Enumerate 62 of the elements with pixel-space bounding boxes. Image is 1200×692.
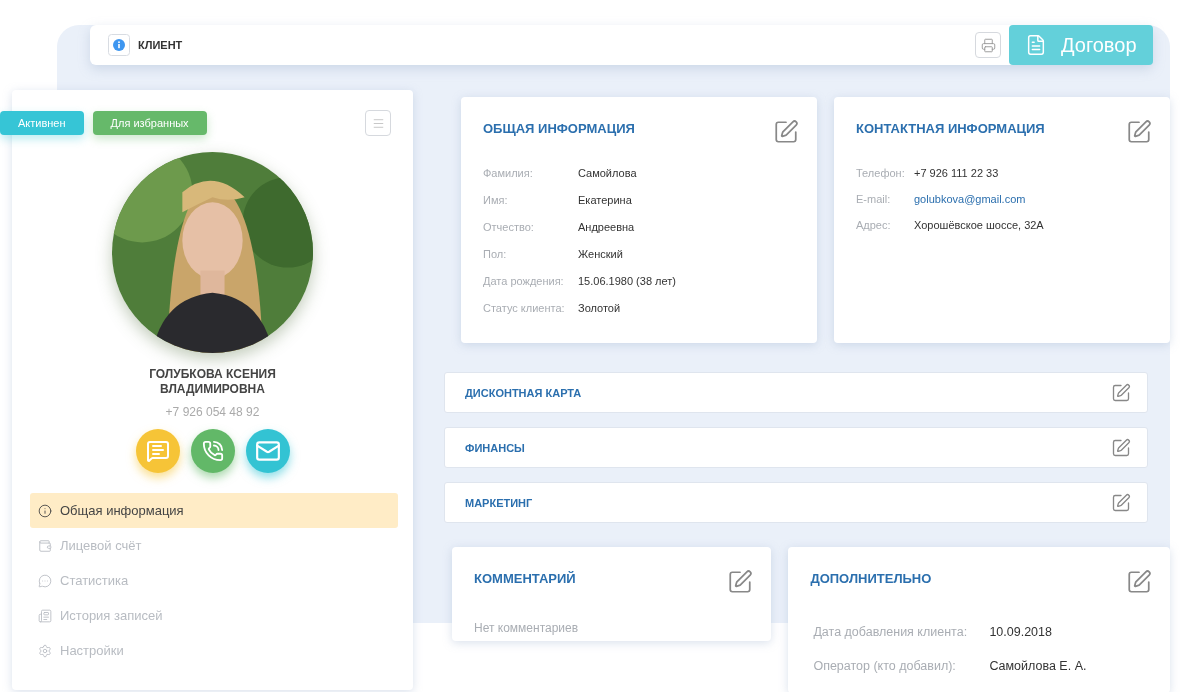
field-value: +7 926 111 22 33 (914, 167, 1000, 179)
field-label: Отчество: (483, 221, 535, 233)
field-value: Андреевна (578, 221, 636, 233)
field-label: Телефон: (856, 167, 906, 179)
field-label: Адрес: (856, 219, 892, 231)
field-value: 10.09.2018 (989, 625, 1053, 639)
client-name: ВЛАДИМИРОВНА (160, 382, 265, 397)
field-label: Дата добавления клиента: (813, 625, 969, 639)
section-title: МАРКЕТИНГ (465, 496, 533, 509)
menu-icon (371, 116, 385, 130)
status-tag: Активнен (0, 111, 84, 135)
edit-button[interactable] (1126, 569, 1152, 595)
info-icon (38, 503, 52, 518)
card-title: ДОПОЛНИТЕЛЬНО (810, 571, 932, 586)
field-label: Оператор (кто добавил): (813, 659, 957, 673)
section-row[interactable]: ДИСКОНТНАЯ КАРТА (444, 372, 1148, 413)
email-link[interactable]: golubkova@gmail.com (914, 193, 1152, 205)
section-title: ДИСКОНТНАЯ КАРТА (465, 386, 582, 399)
section-row[interactable]: МАРКЕТИНГ (444, 482, 1148, 523)
edit-button[interactable] (1126, 119, 1152, 145)
wallet-icon (38, 538, 52, 553)
document-icon (1025, 34, 1047, 56)
edit-button[interactable] (727, 569, 754, 595)
edit-button[interactable] (1111, 492, 1131, 513)
card-title: КОНТАКТНАЯ ИНФОРМАЦИЯ (856, 121, 1045, 136)
field-label: Статус клиента: (483, 302, 566, 314)
field-label: Имя: (483, 194, 509, 206)
field-label: E-mail: (856, 193, 892, 205)
phone-icon (201, 440, 224, 462)
field-value: Екатерина (578, 194, 633, 206)
nav-item[interactable]: Общая информация (30, 493, 398, 528)
section-title: КЛИЕНТ (138, 39, 183, 51)
field-value: Самойлова (578, 167, 638, 179)
client-name: ГОЛУБКОВА КСЕНИЯ (149, 367, 276, 382)
call-button[interactable] (190, 429, 235, 473)
section-row[interactable]: ФИНАНСЫ (444, 427, 1148, 468)
field-label: Дата рождения: (483, 275, 565, 287)
field-value: 15.06.1980 (38 лет) (578, 275, 677, 287)
field-label: Фамилия: (483, 167, 534, 179)
edit-button[interactable] (1111, 437, 1131, 458)
field-value: Хорошёвское шоссе, 32А (914, 219, 1045, 231)
settings-icon (38, 643, 52, 658)
field-value: Самойлова Е. А. (989, 659, 1088, 673)
message-icon (145, 439, 170, 463)
status-tag: Для избранных (92, 111, 207, 135)
card-title: КОММЕНТАРИЙ (474, 571, 576, 586)
client-phone: +7 926 054 48 92 (164, 405, 261, 419)
edit-button[interactable] (1111, 382, 1131, 403)
field-value: Золотой (578, 302, 622, 314)
mail-icon (254, 438, 281, 464)
comment-text: Нет комментариев (474, 621, 580, 635)
info-icon (108, 34, 130, 56)
field-value: Женский (578, 248, 624, 260)
section-title: ФИНАНСЫ (465, 441, 525, 454)
card-title: ОБЩАЯ ИНФОРМАЦИЯ (483, 121, 635, 136)
chat-icon (38, 573, 52, 588)
email-button[interactable] (245, 429, 290, 473)
edit-button[interactable] (773, 119, 799, 145)
field-label: Пол: (483, 248, 508, 260)
print-button[interactable] (975, 32, 1001, 58)
document-icon (38, 608, 52, 623)
printer-icon (980, 37, 996, 53)
